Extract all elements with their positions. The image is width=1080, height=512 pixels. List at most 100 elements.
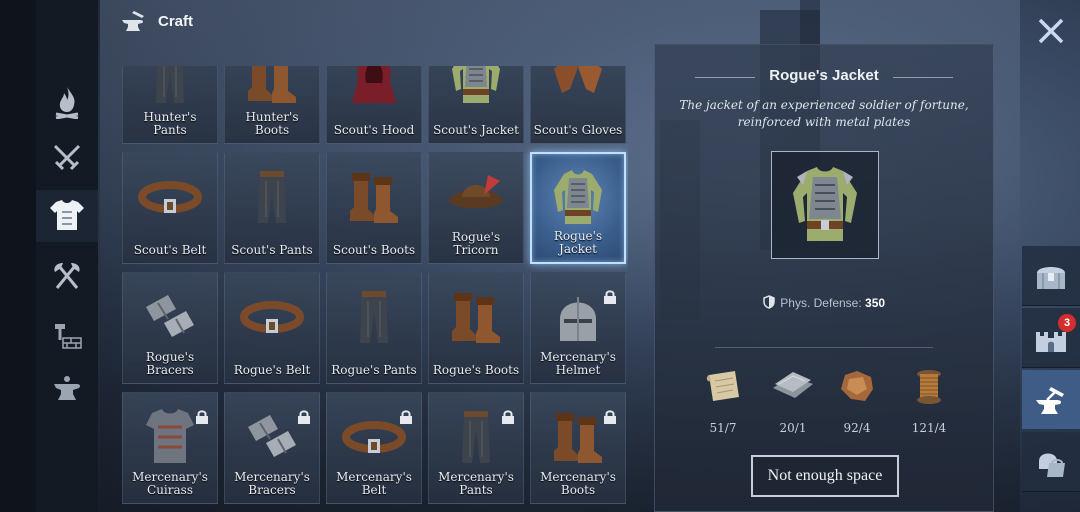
recipe-label: Mercenary's Helmet <box>540 350 616 377</box>
recipe-tile[interactable]: Mercenary's Cuirass <box>122 392 218 504</box>
bracers-icon <box>123 287 217 347</box>
metal-plates-icon <box>773 372 813 398</box>
craft-button[interactable]: Not enough space <box>751 455 899 497</box>
recipe-tile[interactable]: Scout's Belt <box>122 152 218 264</box>
page-header: Craft <box>120 8 193 34</box>
material-slot[interactable]: 121/4 <box>899 367 959 435</box>
stat-value: 350 <box>865 296 886 310</box>
recipe-tile[interactable]: Mercenary's Belt <box>326 392 422 504</box>
material-slot[interactable]: 20/1 <box>763 367 823 435</box>
gloves-icon <box>531 66 625 107</box>
jacket-icon <box>429 66 523 107</box>
helmet-bag-icon <box>1039 453 1065 477</box>
recipe-label: Scout's Hood <box>333 123 415 137</box>
recipe-label: Scout's Boots <box>332 243 416 257</box>
anvil-hammer-icon <box>122 11 144 31</box>
inventory-button[interactable] <box>1022 246 1080 306</box>
sidebar-item-armor[interactable] <box>36 190 98 242</box>
item-stat: Phys. Defense: 350 <box>655 295 993 310</box>
parchment-scroll-icon <box>706 371 739 401</box>
notification-badge: 3 <box>1058 314 1076 332</box>
crossed-axes-icon <box>54 263 80 289</box>
recipe-tile[interactable]: Mercenary's Helmet <box>530 272 626 384</box>
recipe-label: Rogue's Tricorn <box>451 230 501 257</box>
recipe-tile[interactable]: Scout's Jacket <box>428 66 524 144</box>
recipe-grid: Hunter's Pants Hunter's Boots Scout's Hood… <box>122 66 628 512</box>
material-count: 51/7 <box>709 421 737 435</box>
divider <box>715 347 933 348</box>
sidebar-item-tools[interactable] <box>47 256 87 296</box>
boots-icon <box>225 66 319 107</box>
recipe-tile[interactable]: Scout's Pants <box>224 152 320 264</box>
pants-icon <box>123 66 217 107</box>
recipe-label: Mercenary's Cuirass <box>132 470 208 497</box>
left-rail <box>0 0 36 512</box>
recipe-label: Mercenary's Boots <box>540 470 616 497</box>
close-button[interactable] <box>1034 14 1068 48</box>
sidebar-item-campfire[interactable] <box>47 82 87 122</box>
boots-icon <box>327 167 421 227</box>
recipe-tile[interactable]: Scout's Gloves <box>530 66 626 144</box>
material-slot[interactable]: 51/7 <box>693 367 753 435</box>
recipe-tile[interactable]: Hunter's Pants <box>122 66 218 144</box>
material-slot[interactable]: 92/4 <box>827 367 887 435</box>
recipe-label: Rogue's Bracers <box>145 350 195 377</box>
recipe-tile[interactable]: Rogue's Tricorn <box>428 152 524 264</box>
recipe-label: Mercenary's Bracers <box>234 470 310 497</box>
lock-icon <box>399 409 413 424</box>
recipe-tile[interactable]: Hunter's Boots <box>224 66 320 144</box>
recipe-tile[interactable]: Rogue's Boots <box>428 272 524 384</box>
item-description: The jacket of an experienced soldier of … <box>679 98 969 129</box>
recipe-tile[interactable]: Scout's Boots <box>326 152 422 264</box>
recipe-label: Scout's Belt <box>133 243 207 257</box>
stat-label: Phys. Defense: <box>780 296 862 310</box>
material-count: 20/1 <box>779 421 807 435</box>
craft-tab-button[interactable] <box>1022 370 1080 430</box>
recipe-tile[interactable]: Rogue's Bracers <box>122 272 218 384</box>
recipe-label: Hunter's Pants <box>143 110 197 137</box>
recipe-tile[interactable]: Mercenary's Pants <box>428 392 524 504</box>
item-title: Rogue's Jacket <box>769 67 879 84</box>
armor-icon <box>50 200 84 230</box>
recipe-label: Scout's Gloves <box>533 123 623 137</box>
recipe-label: Mercenary's Pants <box>438 470 514 497</box>
shield-icon <box>763 295 775 309</box>
lock-icon <box>603 289 617 304</box>
recipe-tile[interactable]: Scout's Hood <box>326 66 422 144</box>
pants-icon <box>327 287 421 347</box>
page-title: Craft <box>158 12 194 30</box>
sidebar-item-workbench[interactable] <box>47 370 87 410</box>
recipe-tile[interactable]: Mercenary's Boots <box>530 392 626 504</box>
crossed-swords-icon <box>53 144 81 171</box>
recipe-tile[interactable]: Mercenary's Bracers <box>224 392 320 504</box>
sidebar-item-construction[interactable] <box>47 314 87 354</box>
thread-spool-icon <box>917 370 941 404</box>
hood-icon <box>327 66 421 107</box>
material-count: 121/4 <box>911 421 947 435</box>
item-preview <box>771 151 879 259</box>
lock-icon <box>603 409 617 424</box>
anvil-hammer-icon <box>1036 386 1064 414</box>
close-icon <box>1038 18 1064 44</box>
recipe-tile[interactable]: Rogue's Jacket <box>530 152 626 264</box>
recipe-label: Scout's Jacket <box>433 123 519 137</box>
recipe-label: Rogue's Pants <box>331 363 417 377</box>
boots-icon <box>429 287 523 347</box>
recipe-label: Rogue's Boots <box>432 363 520 377</box>
sidebar-item-weapons[interactable] <box>47 138 87 178</box>
leather-hide-icon <box>841 371 873 401</box>
material-count: 92/4 <box>843 421 871 435</box>
castle-button[interactable]: 3 <box>1022 308 1080 368</box>
lock-icon <box>195 409 209 424</box>
campfire-icon <box>55 87 79 119</box>
jacket-icon <box>532 168 624 228</box>
equipment-button[interactable] <box>1022 432 1080 492</box>
treasure-chest-icon <box>1037 266 1065 289</box>
lock-icon <box>297 409 311 424</box>
recipe-tile[interactable]: Rogue's Belt <box>224 272 320 384</box>
tricorn-hat-icon <box>429 167 523 227</box>
anvil-icon <box>54 376 81 400</box>
belt-icon <box>225 287 319 347</box>
right-action-bar: 3 <box>1022 246 1080 512</box>
recipe-tile[interactable]: Rogue's Pants <box>326 272 422 384</box>
